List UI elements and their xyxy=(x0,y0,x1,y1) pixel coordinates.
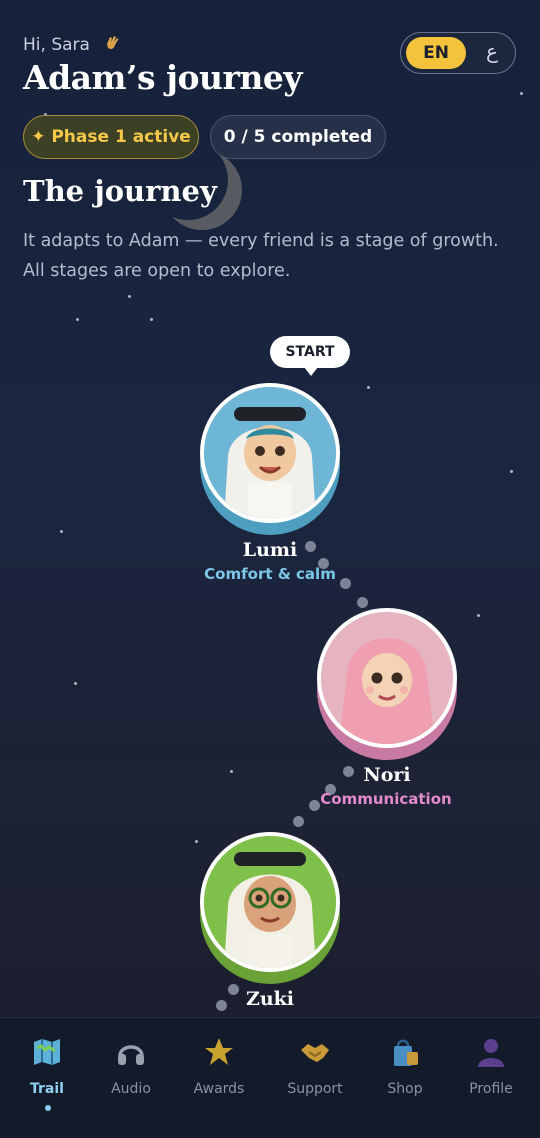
nav-profile[interactable]: Profile xyxy=(446,1018,536,1128)
nav-support[interactable]: Support xyxy=(270,1018,360,1128)
stage-nori-name: Nori xyxy=(363,764,411,786)
greeting-text: Hi, Sara xyxy=(23,35,90,55)
stage-lumi-subtitle: Comfort & calm xyxy=(204,565,336,583)
page-title: Adam’s journey xyxy=(23,58,303,97)
journey-description: It adapts to Adam — every friend is a st… xyxy=(23,231,499,281)
map-icon xyxy=(31,1036,63,1068)
nav-awards[interactable]: Awards xyxy=(174,1018,264,1128)
language-en-button[interactable]: EN xyxy=(406,37,466,69)
nav-awards-label: Awards xyxy=(193,1081,245,1097)
nav-support-label: Support xyxy=(287,1081,343,1097)
stage-nori-node[interactable] xyxy=(317,608,457,760)
active-indicator xyxy=(45,1105,51,1111)
nav-trail[interactable]: Trail xyxy=(2,1018,92,1128)
handshake-icon xyxy=(299,1036,331,1068)
stage-zuki-node[interactable] xyxy=(200,832,340,984)
bottom-nav: Trail Audio Awards Support Shop Profile xyxy=(0,1017,540,1138)
stage-nori-subtitle: Communication xyxy=(320,790,452,808)
stage-lumi-node[interactable] xyxy=(200,383,340,535)
nori-avatar xyxy=(317,608,457,748)
stage-zuki-name: Zuki xyxy=(245,988,295,1010)
language-ar-button[interactable]: ع xyxy=(477,39,507,63)
shopping-bag-icon xyxy=(389,1036,421,1068)
nav-profile-label: Profile xyxy=(469,1081,513,1097)
start-marker: START xyxy=(270,336,350,376)
nav-shop[interactable]: Shop xyxy=(360,1018,450,1128)
person-icon xyxy=(475,1036,507,1068)
headphones-icon xyxy=(115,1036,147,1068)
phase-badge: ✦ Phase 1 active xyxy=(23,115,199,159)
star-icon xyxy=(203,1036,235,1068)
nav-audio[interactable]: Audio xyxy=(86,1018,176,1128)
progress-badge: 0 / 5 completed xyxy=(210,115,386,159)
nav-shop-label: Shop xyxy=(387,1081,423,1097)
greeting: Hi, Sara xyxy=(23,34,121,57)
journey-heading: The journey xyxy=(23,174,217,208)
zuki-avatar xyxy=(200,832,340,972)
stage-lumi-name: Lumi xyxy=(242,539,298,561)
nav-audio-label: Audio xyxy=(111,1081,151,1097)
nav-trail-label: Trail xyxy=(30,1081,64,1097)
lumi-avatar xyxy=(200,383,340,523)
waving-hand-icon xyxy=(103,34,121,57)
language-toggle[interactable]: EN ع xyxy=(400,32,516,74)
